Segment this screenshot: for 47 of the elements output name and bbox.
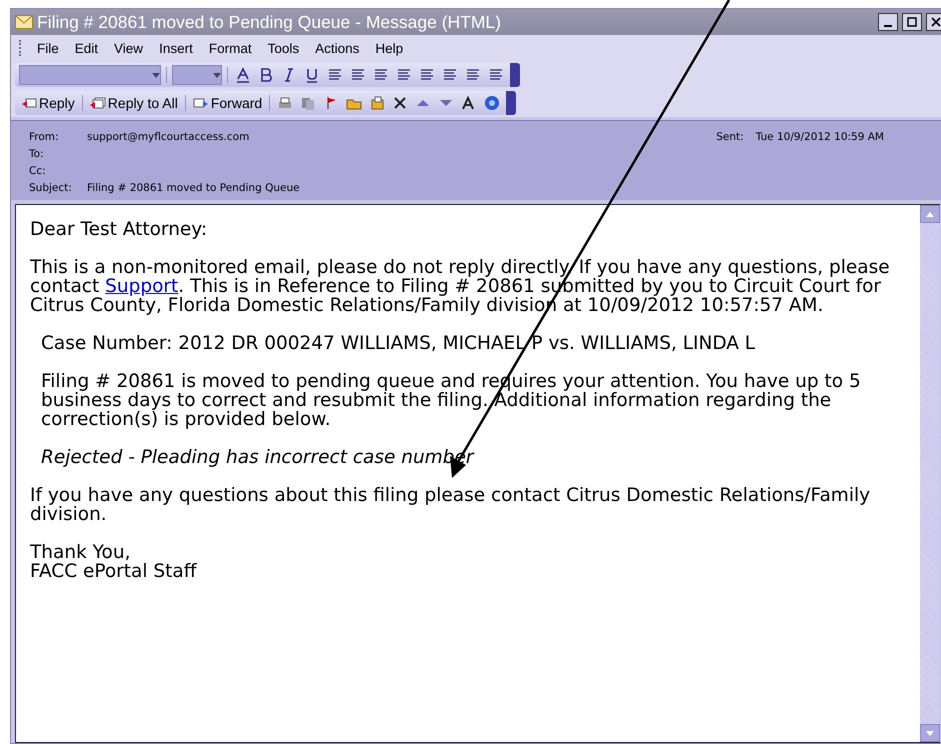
message-paragraph: FACC ePortal Staff xyxy=(30,562,198,581)
maximize-button[interactable] xyxy=(902,13,922,31)
copy-icon xyxy=(300,95,316,111)
toolbar-options-button[interactable] xyxy=(506,91,516,115)
print-icon xyxy=(277,95,294,111)
close-button[interactable] xyxy=(926,13,941,31)
menu-item[interactable]: Help xyxy=(368,38,410,58)
from-value: support@myflcourtaccess.com xyxy=(87,131,250,143)
scroll-up-button[interactable] xyxy=(920,205,940,223)
envelope-icon xyxy=(15,15,33,29)
menu-item[interactable]: View xyxy=(107,38,150,58)
support-link[interactable]: Support xyxy=(105,276,178,297)
caret-icon xyxy=(213,72,221,78)
sent-value: Tue 10/9/2012 10:59 AM xyxy=(756,131,884,143)
sent-label: Sent: xyxy=(716,131,744,143)
subject-label: Subject: xyxy=(29,182,73,194)
reply-all-icon xyxy=(90,95,106,111)
down-arrow-icon xyxy=(926,730,934,736)
minimize-button[interactable] xyxy=(878,13,898,31)
caret-icon xyxy=(152,72,160,78)
message-paragraph: Case Number: 2012 DR 000247 WILLIAMS, MICHAEL P vs. WILLIAMS, LINDA L xyxy=(41,334,756,353)
message-paragraph: If you have any questions about this filing please contact Citrus Domestic Relations/Family division. xyxy=(30,486,872,524)
up-arrow-icon xyxy=(926,212,934,216)
menu-item[interactable]: Insert xyxy=(152,38,200,58)
menu-item[interactable]: Actions xyxy=(308,38,366,58)
minimize-icon xyxy=(884,25,892,27)
maximize-icon xyxy=(907,17,917,27)
delete-icon xyxy=(392,95,408,111)
menu-item[interactable]: Format xyxy=(202,38,259,58)
cc-label: Cc: xyxy=(29,165,47,177)
scroll-down-button[interactable] xyxy=(920,724,940,742)
menu-item[interactable]: Edit xyxy=(68,38,106,58)
from-label: From: xyxy=(29,131,60,143)
subject-value: Filing # 20861 moved to Pending Queue xyxy=(87,182,301,194)
menu-item[interactable]: File xyxy=(30,38,66,58)
toolbar-button[interactable]: Reply xyxy=(19,94,77,112)
bold-icon[interactable] xyxy=(258,67,274,83)
close-icon xyxy=(931,17,941,27)
message-paragraph: Dear Test Attorney: xyxy=(30,220,208,239)
underline-icon[interactable] xyxy=(304,67,320,83)
window-title: Filing # 20861 moved to Pending Queue - Message (HTML) xyxy=(37,12,502,32)
font-color-icon[interactable] xyxy=(235,67,251,83)
toolbar-button[interactable]: Forward xyxy=(190,94,264,112)
to-label: To: xyxy=(29,148,45,160)
message-paragraph: Thank You, xyxy=(30,543,132,562)
menu-item[interactable]: Tools xyxy=(260,38,306,58)
toolbar-button[interactable]: Reply to All xyxy=(88,94,180,112)
